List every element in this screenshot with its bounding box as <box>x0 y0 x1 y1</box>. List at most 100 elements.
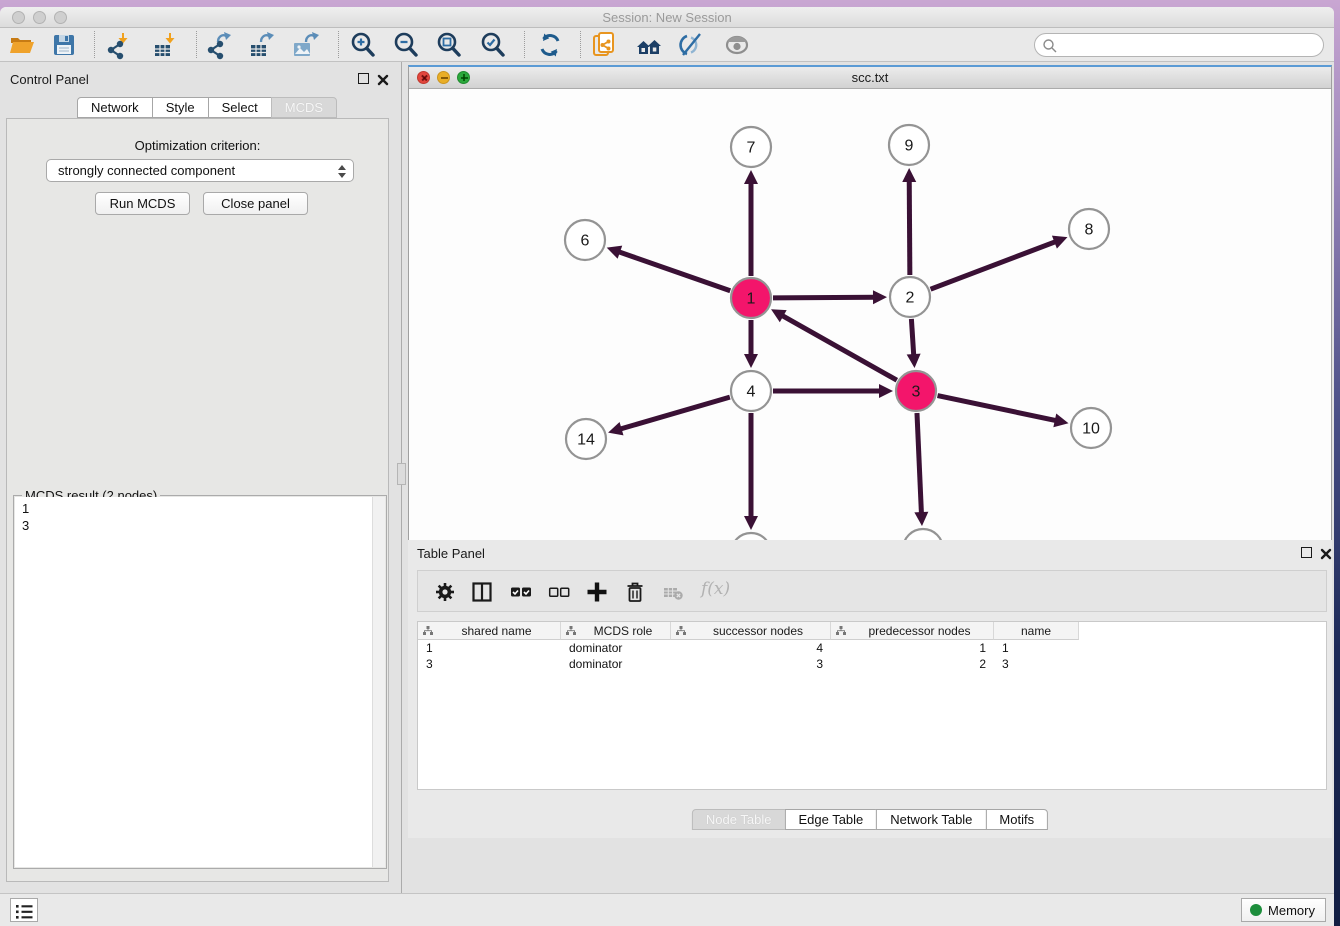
network-window-titlebar[interactable]: scc.txt <box>409 67 1331 89</box>
graph-node-9[interactable]: 9 <box>889 125 929 165</box>
table-cell-mcds-role[interactable]: dominator <box>561 640 671 656</box>
show-column-panel-icon[interactable] <box>470 580 494 604</box>
column-header-mcds-role[interactable]: MCDS role <box>561 622 671 640</box>
tab-mcds[interactable]: MCDS <box>271 97 337 118</box>
tab-node-table[interactable]: Node Table <box>692 809 786 830</box>
delete-table-icon[interactable] <box>661 580 685 604</box>
graph-edge-1-2[interactable] <box>773 290 887 304</box>
control-panel-close-icon[interactable] <box>377 73 389 85</box>
table-row[interactable]: 3dominator323 <box>418 656 1326 672</box>
graph-edge-1-7[interactable] <box>744 170 758 276</box>
graph-edge-2-8[interactable] <box>931 236 1068 290</box>
criterion-select[interactable]: strongly connected component <box>46 159 354 182</box>
status-bar: Memory <box>0 893 1334 926</box>
search-input[interactable] <box>1061 36 1316 54</box>
home-icon[interactable] <box>634 30 664 60</box>
graph-node-7[interactable]: 7 <box>731 127 771 167</box>
graph-node-3[interactable]: 3 <box>896 371 936 411</box>
deselect-all-checkboxes-icon[interactable] <box>547 580 571 604</box>
table-options-gear-icon[interactable] <box>433 580 457 604</box>
mcds-result-item[interactable]: 1 <box>22 500 365 517</box>
column-header-predecessor-nodes[interactable]: predecessor nodes <box>831 622 994 640</box>
graph-node-4[interactable]: 4 <box>731 371 771 411</box>
import-network-icon[interactable] <box>104 30 134 60</box>
new-network-from-selection-icon[interactable] <box>590 30 620 60</box>
graph-node-14[interactable]: 14 <box>566 419 606 459</box>
node-table[interactable]: shared nameMCDS rolesuccessor nodesprede… <box>417 621 1327 790</box>
result-scrollbar[interactable] <box>372 497 385 867</box>
table-cell-shared-name[interactable]: 3 <box>418 656 561 672</box>
control-panel-title: Control Panel <box>10 72 89 87</box>
mcds-result-list[interactable]: 13 <box>15 497 372 867</box>
panel-splitter <box>395 62 408 893</box>
mcds-result-item[interactable]: 3 <box>22 517 365 534</box>
memory-button[interactable]: Memory <box>1241 898 1326 922</box>
tab-motifs[interactable]: Motifs <box>985 809 1048 830</box>
tab-edge-table[interactable]: Edge Table <box>784 809 877 830</box>
splitter-handle[interactable] <box>397 463 406 485</box>
export-network-icon[interactable] <box>204 30 234 60</box>
table-cell-name[interactable]: 1 <box>994 640 1079 656</box>
zoom-in-icon[interactable] <box>348 30 378 60</box>
table-cell-mcds-role[interactable]: dominator <box>561 656 671 672</box>
table-row[interactable]: 1dominator411 <box>418 640 1326 656</box>
column-header-shared-name[interactable]: shared name <box>418 622 561 640</box>
graph-node-6[interactable]: 6 <box>565 220 605 260</box>
column-header-name[interactable]: name <box>994 622 1079 640</box>
graph-edge-2-3[interactable] <box>907 319 921 368</box>
graph-edge-4-3[interactable] <box>773 384 893 398</box>
network-window-title: scc.txt <box>409 70 1331 85</box>
column-header-successor-nodes[interactable]: successor nodes <box>671 622 831 640</box>
add-column-icon[interactable] <box>585 580 609 604</box>
tab-network-table[interactable]: Network Table <box>876 809 986 830</box>
import-table-icon[interactable] <box>151 30 181 60</box>
graph-edge-3-11[interactable] <box>914 413 928 526</box>
function-builder-icon[interactable]: f(x) <box>701 579 730 599</box>
graph-edge-1-6[interactable] <box>607 246 731 291</box>
table-cell-shared-name[interactable]: 1 <box>418 640 561 656</box>
zoom-fit-icon[interactable] <box>434 30 464 60</box>
graph-node-2[interactable]: 2 <box>890 277 930 317</box>
select-all-checkboxes-icon[interactable] <box>509 580 533 604</box>
table-panel-close-icon[interactable] <box>1320 547 1332 559</box>
graph-edge-3-1[interactable] <box>771 309 897 380</box>
network-graph-canvas[interactable]: 7968124314101511 <box>409 89 1331 594</box>
table-panel-float-icon[interactable] <box>1301 547 1312 558</box>
graph-edge-3-10[interactable] <box>938 396 1069 428</box>
eye-icon[interactable] <box>722 30 752 60</box>
application-window: Session: New Session <box>0 7 1334 926</box>
table-cell-predecessor-nodes[interactable]: 2 <box>831 656 994 672</box>
tab-select[interactable]: Select <box>208 97 272 118</box>
graph-node-1[interactable]: 1 <box>731 278 771 318</box>
graph-edge-1-4[interactable] <box>744 320 758 368</box>
graph-node-8[interactable]: 8 <box>1069 209 1109 249</box>
svg-text:1: 1 <box>747 291 756 308</box>
graph-edge-2-9[interactable] <box>902 168 916 275</box>
zoom-out-icon[interactable] <box>391 30 421 60</box>
run-mcds-button[interactable]: Run MCDS <box>95 192 190 215</box>
table-cell-predecessor-nodes[interactable]: 1 <box>831 640 994 656</box>
table-toolbar: f(x) <box>417 570 1327 612</box>
tab-style[interactable]: Style <box>152 97 209 118</box>
zoom-selected-icon[interactable] <box>478 30 508 60</box>
hide-details-icon[interactable] <box>677 30 707 60</box>
refresh-layout-icon[interactable] <box>535 30 565 60</box>
table-cell-successor-nodes[interactable]: 4 <box>671 640 831 656</box>
control-panel-float-icon[interactable] <box>358 73 369 84</box>
table-cell-successor-nodes[interactable]: 3 <box>671 656 831 672</box>
open-session-icon[interactable] <box>7 30 37 60</box>
delete-column-icon[interactable] <box>623 580 647 604</box>
task-history-button[interactable] <box>10 898 38 922</box>
close-panel-button[interactable]: Close panel <box>203 192 308 215</box>
save-session-icon[interactable] <box>49 30 79 60</box>
graph-edge-4-14[interactable] <box>608 397 730 435</box>
graph-edge-4-15[interactable] <box>744 413 758 530</box>
export-table-icon[interactable] <box>247 30 277 60</box>
table-cell-name[interactable]: 3 <box>994 656 1079 672</box>
export-image-icon[interactable] <box>290 30 320 60</box>
tab-network[interactable]: Network <box>77 97 153 118</box>
criterion-value: strongly connected component <box>58 163 235 178</box>
main-toolbar <box>0 28 1334 62</box>
search-box[interactable] <box>1034 33 1324 57</box>
graph-node-10[interactable]: 10 <box>1071 408 1111 448</box>
